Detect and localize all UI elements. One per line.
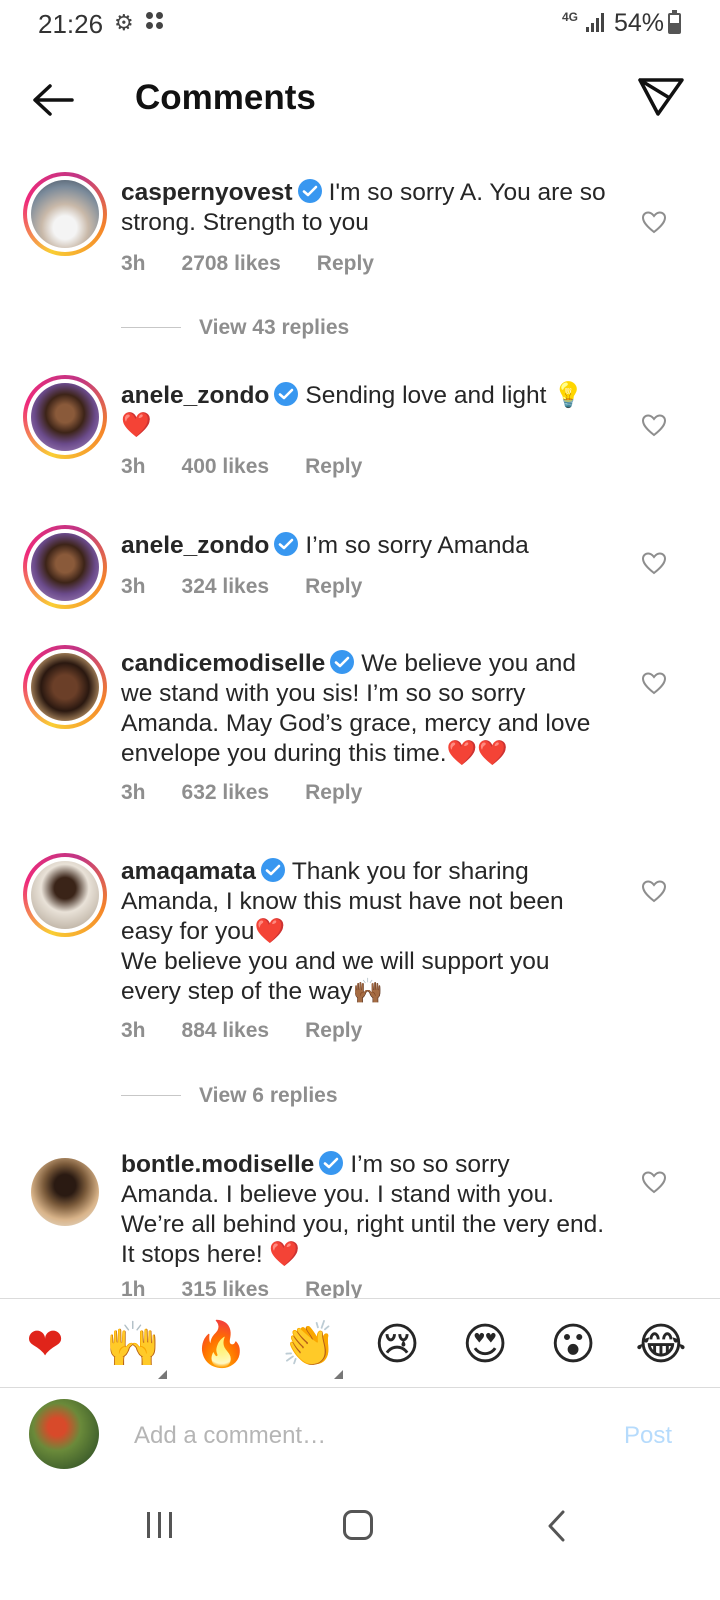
comment-list[interactable]: caspernyovest I'm so sorry A. You are so … xyxy=(0,160,720,1320)
avatar[interactable] xyxy=(23,853,107,937)
heart-outline-icon[interactable] xyxy=(641,879,667,903)
comment-meta: 3h 2708 likes Reply xyxy=(121,252,410,276)
comment-meta: 3h 884 likes Reply xyxy=(121,1019,398,1043)
heart-outline-icon[interactable] xyxy=(641,1170,667,1194)
recent-apps-icon[interactable] xyxy=(147,1512,175,1538)
home-icon[interactable] xyxy=(343,1510,373,1540)
reply-button[interactable]: Reply xyxy=(305,575,362,599)
comment-likes[interactable]: 2708 likes xyxy=(182,252,281,276)
status-bar: 21:26 ⚙ 4G 54% xyxy=(0,0,720,46)
fire-emoji[interactable]: 🔥 xyxy=(193,1317,249,1373)
heart-outline-icon[interactable] xyxy=(641,210,667,234)
comment-time: 3h xyxy=(121,575,146,598)
view-replies-button[interactable]: View 6 replies xyxy=(121,1084,338,1108)
avatar[interactable] xyxy=(23,375,107,459)
raised-hands-emoji[interactable]: 🙌 xyxy=(105,1317,167,1379)
comment-username[interactable]: bontle.modiselle xyxy=(121,1151,314,1178)
reply-button[interactable]: Reply xyxy=(305,455,362,479)
comment-time: 3h xyxy=(121,781,146,804)
clapping-emoji[interactable]: 👏 xyxy=(281,1317,343,1379)
view-replies-button[interactable]: View 43 replies xyxy=(121,316,349,340)
comment-text: I’m so sorry Amanda xyxy=(305,532,529,559)
reply-button[interactable]: Reply xyxy=(317,252,374,276)
surprised-emoji[interactable]: 😮 xyxy=(545,1317,601,1373)
signal-icon xyxy=(586,12,606,32)
chevron-left-icon[interactable] xyxy=(545,1508,569,1544)
comment-meta: 3h 324 likes Reply xyxy=(121,575,398,599)
comment-username[interactable]: amaqamata xyxy=(121,858,256,885)
heart-outline-icon[interactable] xyxy=(641,413,667,437)
network-indicator: 4G xyxy=(562,10,579,24)
heart-eyes-emoji[interactable]: 😍 xyxy=(457,1317,513,1373)
gear-icon: ⚙ xyxy=(114,10,134,35)
comment-username[interactable]: anele_zondo xyxy=(121,382,269,409)
comment-likes[interactable]: 400 likes xyxy=(182,455,270,479)
heart-outline-icon[interactable] xyxy=(641,551,667,575)
verified-badge-icon xyxy=(274,532,299,556)
system-navigation-bar xyxy=(0,1488,720,1600)
emoji-reaction-bar: ❤ 🙌 🔥 👏 😢 😍 😮 😂 xyxy=(0,1298,720,1388)
verified-badge-icon xyxy=(260,858,285,882)
avatar[interactable] xyxy=(23,645,107,729)
comment-meta: 3h 632 likes Reply xyxy=(121,781,398,805)
heart-emoji[interactable]: ❤ xyxy=(17,1317,73,1373)
comment-input[interactable] xyxy=(134,1416,594,1456)
verified-badge-icon xyxy=(330,650,355,674)
crying-emoji[interactable]: 😢 xyxy=(369,1317,425,1373)
verified-badge-icon xyxy=(297,179,322,203)
comment-meta: 3h 400 likes Reply xyxy=(121,455,398,479)
avatar[interactable] xyxy=(23,525,107,609)
dots-icon xyxy=(146,12,166,32)
comment-time: 3h xyxy=(121,455,146,478)
paper-plane-icon[interactable] xyxy=(636,74,686,118)
arrow-left-icon[interactable] xyxy=(30,80,76,120)
battery-percent: 54% xyxy=(614,9,665,37)
verified-badge-icon xyxy=(319,1151,344,1175)
comment-username[interactable]: caspernyovest xyxy=(121,179,293,206)
verified-badge-icon xyxy=(274,382,299,406)
status-time: 21:26 xyxy=(38,9,104,39)
reply-button[interactable]: Reply xyxy=(305,781,362,805)
comment-username[interactable]: candicemodiselle xyxy=(121,650,325,677)
header: Comments xyxy=(0,60,720,140)
reply-button[interactable]: Reply xyxy=(305,1019,362,1043)
comment-username[interactable]: anele_zondo xyxy=(121,532,269,559)
comment-time: 3h xyxy=(121,1019,146,1042)
post-button[interactable]: Post xyxy=(624,1422,672,1450)
comment-likes[interactable]: 324 likes xyxy=(182,575,270,599)
current-user-avatar xyxy=(29,1399,99,1469)
avatar[interactable] xyxy=(23,1150,107,1234)
comment-likes[interactable]: 884 likes xyxy=(182,1019,270,1043)
comment-likes[interactable]: 632 likes xyxy=(182,781,270,805)
comment-composer: Post xyxy=(0,1388,720,1488)
comment-text-continued: We believe you and we will support you e… xyxy=(121,948,550,1005)
battery-icon xyxy=(668,10,681,34)
laughing-emoji[interactable]: 😂 xyxy=(633,1317,689,1373)
heart-outline-icon[interactable] xyxy=(641,671,667,695)
page-title: Comments xyxy=(135,78,316,117)
avatar[interactable] xyxy=(23,172,107,256)
comment-time: 3h xyxy=(121,252,146,275)
